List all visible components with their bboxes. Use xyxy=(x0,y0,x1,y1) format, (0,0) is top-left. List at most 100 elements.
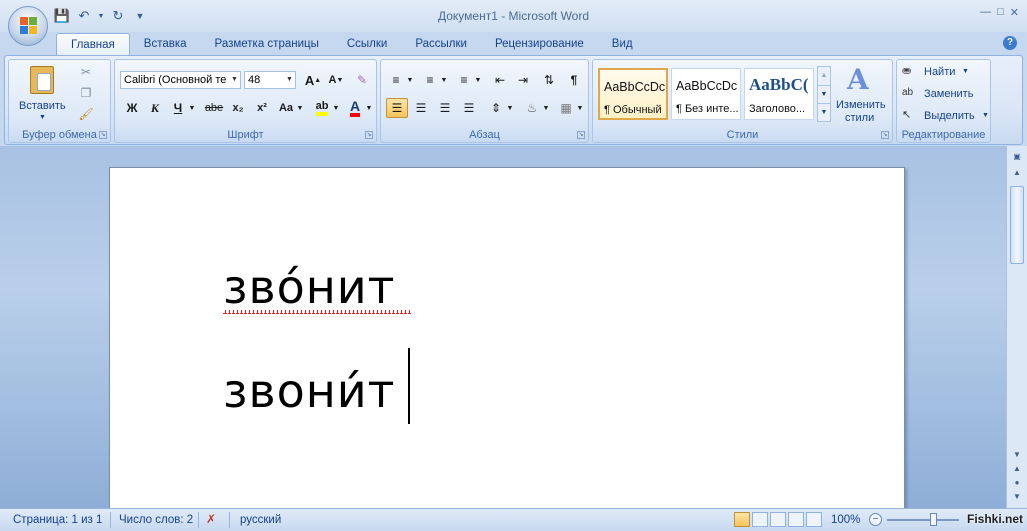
tab-review[interactable]: Рецензирование xyxy=(481,33,598,55)
zoom-out-icon[interactable]: − xyxy=(869,513,882,526)
clear-formatting-icon[interactable]: ✎ xyxy=(351,70,373,90)
zoom-slider-track[interactable] xyxy=(887,519,959,521)
line-spacing-icon[interactable]: ⇕ xyxy=(485,98,507,118)
tab-mailings[interactable]: Рассылки xyxy=(401,33,481,55)
grow-font-button[interactable]: A ▲ xyxy=(302,70,324,90)
dropdown-arrow-icon[interactable]: ▼ xyxy=(473,70,483,90)
shading-icon[interactable]: ♨ xyxy=(521,98,543,118)
subscript-button[interactable]: x₂ xyxy=(227,98,249,118)
decrease-indent-icon[interactable]: ⇤ xyxy=(489,70,511,90)
scroll-down-icon[interactable]: ▼ xyxy=(1009,448,1025,462)
dropdown-arrow-icon[interactable]: ▼ xyxy=(439,70,449,90)
ruler-toggle-icon[interactable]: ▣ xyxy=(1009,150,1025,164)
font-launcher-icon[interactable]: ↘ xyxy=(365,131,373,139)
find-button[interactable]: ⛂ Найти ▼ xyxy=(902,64,988,82)
show-marks-button[interactable]: ¶ xyxy=(563,70,585,90)
dropdown-arrow-icon[interactable]: ▼ xyxy=(541,98,551,118)
save-icon[interactable]: 💾 xyxy=(54,8,70,24)
bullets-icon[interactable]: ≡ xyxy=(385,70,407,90)
vertical-scrollbar[interactable]: ▣ ▲ ▼ ▲ ● ▼ xyxy=(1006,146,1027,508)
styles-more-icon[interactable]: ▼ xyxy=(818,103,830,121)
styles-scroll[interactable]: ▲ ▼ ▼ xyxy=(817,66,831,122)
dropdown-arrow-icon[interactable]: ▼ xyxy=(505,98,515,118)
change-case-button[interactable]: Aa xyxy=(275,98,297,118)
dropdown-arrow-icon[interactable]: ▼ xyxy=(982,112,989,119)
document-line-2[interactable]: звони́т xyxy=(223,364,395,418)
change-styles-button[interactable]: A Изменить стили xyxy=(833,63,891,127)
dropdown-arrow-icon[interactable]: ▼ xyxy=(364,98,374,118)
restore-icon[interactable]: □ xyxy=(997,6,1004,19)
office-button[interactable] xyxy=(8,6,48,46)
sort-icon[interactable]: ⇅ xyxy=(538,70,560,90)
dropdown-arrow-icon[interactable]: ▼ xyxy=(295,98,305,118)
zoom-slider-thumb[interactable] xyxy=(930,513,937,526)
align-center-icon[interactable]: ☰ xyxy=(410,98,432,118)
superscript-button[interactable]: x² xyxy=(251,98,273,118)
font-size-combo[interactable]: 48 ▼ xyxy=(244,71,296,89)
clipboard-launcher-icon[interactable]: ↘ xyxy=(99,131,107,139)
redo-icon[interactable]: ↻ xyxy=(110,8,126,24)
dropdown-arrow-icon[interactable]: ▼ xyxy=(962,68,969,75)
dropdown-arrow-icon[interactable]: ▼ xyxy=(284,72,295,88)
scroll-up-icon[interactable]: ▲ xyxy=(1009,166,1025,180)
dropdown-arrow-icon[interactable]: ▼ xyxy=(575,98,585,118)
print-layout-icon[interactable] xyxy=(734,512,750,527)
dropdown-arrow-icon[interactable]: ▼ xyxy=(405,70,415,90)
shrink-font-button[interactable]: A ▼ xyxy=(325,70,347,90)
language-indicator[interactable]: русский xyxy=(240,514,281,526)
justify-icon[interactable]: ☰ xyxy=(458,98,480,118)
style-item-normal[interactable]: AaBbCcDc ¶ Обычный xyxy=(598,68,668,120)
font-name-combo[interactable]: Calibri (Основной те ▼ xyxy=(120,71,241,89)
minimize-icon[interactable]: — xyxy=(980,6,991,19)
previous-page-icon[interactable]: ▲ xyxy=(1009,462,1025,476)
tab-page-layout[interactable]: Разметка страницы xyxy=(201,33,333,55)
dropdown-arrow-icon[interactable]: ▼ xyxy=(98,8,105,24)
increase-indent-icon[interactable]: ⇥ xyxy=(512,70,534,90)
outline-view-icon[interactable] xyxy=(788,512,804,527)
strikethrough-button[interactable]: abe xyxy=(203,98,225,118)
replace-button[interactable]: ab Заменить xyxy=(902,86,988,104)
align-left-icon[interactable]: ☰ xyxy=(386,98,408,118)
select-button[interactable]: ↖ Выделить ▼ xyxy=(902,108,989,126)
multilevel-list-icon[interactable]: ≡ xyxy=(453,70,475,90)
italic-button[interactable]: К xyxy=(144,98,166,118)
close-icon[interactable]: ✕ xyxy=(1010,6,1019,19)
page-counter[interactable]: Страница: 1 из 1 xyxy=(13,514,102,526)
scrollbar-thumb[interactable] xyxy=(1010,186,1024,264)
scroll-up-icon[interactable]: ▲ xyxy=(818,67,830,85)
tab-view[interactable]: Вид xyxy=(598,33,647,55)
highlight-button[interactable]: ab xyxy=(311,98,333,118)
customize-qat-icon[interactable]: ▼ xyxy=(132,8,148,24)
format-painter-icon[interactable]: 🖌 xyxy=(75,104,97,124)
undo-icon[interactable]: ↶ xyxy=(76,8,92,24)
align-right-icon[interactable]: ☰ xyxy=(434,98,456,118)
dropdown-arrow-icon[interactable]: ▼ xyxy=(187,98,197,118)
paste-button[interactable]: Вставить ▼ xyxy=(17,64,67,124)
style-item-heading[interactable]: AaBbC( Заголово... xyxy=(744,68,814,120)
dropdown-arrow-icon[interactable]: ▼ xyxy=(331,98,341,118)
bold-button[interactable]: Ж xyxy=(121,98,143,118)
draft-view-icon[interactable] xyxy=(806,512,822,527)
web-layout-icon[interactable] xyxy=(770,512,786,527)
scroll-down-icon[interactable]: ▼ xyxy=(818,85,830,103)
zoom-level[interactable]: 100% xyxy=(831,514,860,526)
document-page[interactable]: звóнит звони́т xyxy=(109,167,905,512)
paragraph-launcher-icon[interactable]: ↘ xyxy=(577,131,585,139)
tab-references[interactable]: Ссылки xyxy=(333,33,402,55)
help-icon[interactable]: ? xyxy=(1003,36,1017,50)
borders-icon[interactable]: ▦ xyxy=(555,98,577,118)
dropdown-arrow-icon[interactable]: ▼ xyxy=(229,72,240,88)
tab-home[interactable]: Главная xyxy=(56,33,130,55)
underline-button[interactable]: Ч xyxy=(167,98,189,118)
styles-launcher-icon[interactable]: ↘ xyxy=(881,131,889,139)
next-page-icon[interactable]: ▼ xyxy=(1009,490,1025,504)
tab-insert[interactable]: Вставка xyxy=(130,33,201,55)
copy-icon[interactable]: ❐ xyxy=(75,83,97,103)
document-line-1[interactable]: звóнит xyxy=(223,260,395,314)
proofing-icon[interactable]: ✗ xyxy=(206,512,216,526)
full-screen-reading-icon[interactable] xyxy=(752,512,768,527)
browse-object-icon[interactable]: ● xyxy=(1009,476,1025,490)
cut-icon[interactable]: ✂ xyxy=(75,62,97,82)
word-counter[interactable]: Число слов: 2 xyxy=(119,514,193,526)
numbering-icon[interactable]: ≡ xyxy=(419,70,441,90)
